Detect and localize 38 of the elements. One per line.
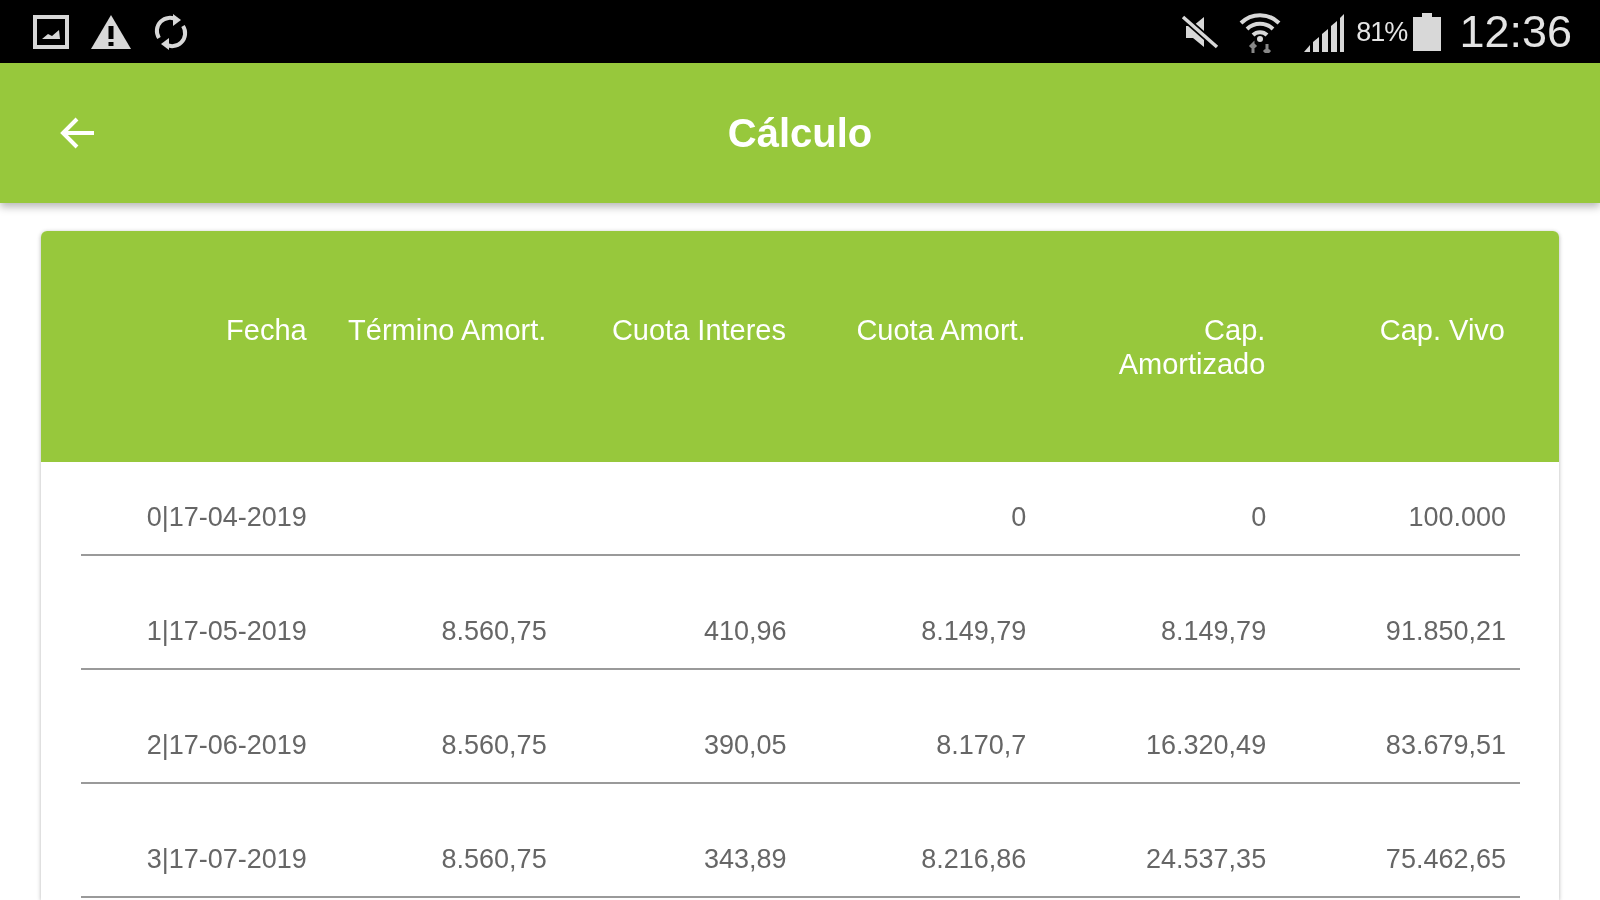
table-cell: 75.462,65 (1385, 844, 1506, 874)
battery-icon (1413, 12, 1442, 51)
mute-icon (1180, 13, 1221, 50)
table-cell: 8.149,79 (921, 616, 1027, 646)
table-cell: 8.560,75 (441, 844, 547, 874)
table-cell: 16.320,49 (1146, 730, 1267, 760)
table-cell: 3|17-07-2019 (146, 844, 307, 874)
column-header: Fecha (226, 314, 307, 346)
table-cell: 8.216,86 (921, 844, 1027, 874)
table-cell: 0 (1251, 502, 1267, 532)
table-cell: 83.679,51 (1385, 730, 1506, 760)
warning-icon (91, 14, 131, 49)
table-cell: 8.170,7 (936, 730, 1027, 760)
wifi-icon (1238, 10, 1283, 53)
column-header: Cuota Amort. (856, 314, 1026, 346)
table-cell: 1|17-05-2019 (146, 616, 307, 646)
table-cell: 8.149,79 (1161, 616, 1267, 646)
table-cell: 100.000 (1408, 502, 1506, 532)
table-cell: 8.560,75 (441, 730, 547, 760)
back-arrow-icon (60, 116, 96, 150)
table-cell: 343,89 (703, 844, 787, 874)
clock-time: 12:36 (1459, 6, 1572, 57)
table-cell: 410,96 (703, 616, 787, 646)
table-cell: 0|17-04-2019 (146, 502, 307, 532)
sync-icon (153, 11, 189, 52)
column-header: Cuota Interes (611, 314, 786, 346)
screen-title: Cálculo (727, 110, 873, 157)
table-cell: 0 (1011, 502, 1027, 532)
table-cell: 2|17-06-2019 (146, 730, 307, 760)
battery-percent: 81% (1356, 16, 1408, 47)
column-header: Cap. Amortizado (1118, 314, 1266, 380)
column-header: Término Amort. (348, 314, 547, 346)
table-cell: 24.537,35 (1146, 844, 1267, 874)
column-header: Cap. Vivo (1379, 314, 1505, 346)
table-cell: 8.560,75 (441, 616, 547, 646)
table-cell: 390,05 (703, 730, 787, 760)
image-icon (33, 14, 69, 49)
table-cell: 91.850,21 (1385, 616, 1506, 646)
